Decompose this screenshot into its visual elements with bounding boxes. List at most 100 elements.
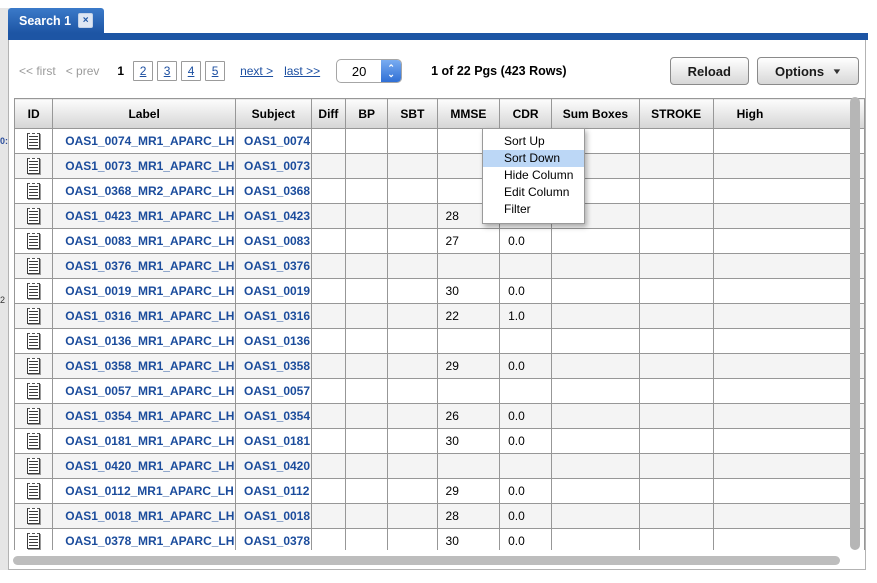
row-id-cell[interactable] [15, 404, 53, 429]
next-page-link[interactable]: next > [240, 64, 273, 78]
row-cell [346, 254, 388, 279]
first-page-link[interactable]: << first [19, 64, 56, 78]
report-icon[interactable] [27, 308, 40, 324]
report-icon[interactable] [27, 233, 40, 249]
row-id-cell[interactable] [15, 479, 53, 504]
report-icon[interactable] [27, 533, 40, 549]
menu-item-edit-column[interactable]: Edit Column [483, 184, 584, 201]
row-label-link[interactable]: OAS1_0018_MR1_APARC_LH [53, 504, 236, 529]
menu-item-sort-up[interactable]: Sort Up [483, 133, 584, 150]
menu-item-sort-down[interactable]: Sort Down [483, 150, 584, 167]
row-id-cell[interactable] [15, 304, 53, 329]
page-size-stepper[interactable]: 20 ⌃ ⌄ [336, 59, 402, 83]
report-icon[interactable] [27, 458, 40, 474]
page-link-2[interactable]: 2 [133, 61, 153, 81]
report-icon[interactable] [27, 208, 40, 224]
report-icon[interactable] [27, 158, 40, 174]
page-link-5[interactable]: 5 [205, 61, 225, 81]
column-header-sum-boxes[interactable]: Sum Boxes [552, 99, 640, 129]
close-icon[interactable]: × [78, 13, 93, 28]
report-icon[interactable] [27, 433, 40, 449]
row-id-cell[interactable] [15, 279, 53, 304]
report-icon[interactable] [27, 383, 40, 399]
row-id-cell[interactable] [15, 129, 53, 154]
row-id-cell[interactable] [15, 179, 53, 204]
column-header-stroke[interactable]: STROKE [639, 99, 713, 129]
report-icon[interactable] [27, 508, 40, 524]
stepper-arrows-icon[interactable]: ⌃ ⌄ [381, 60, 401, 82]
tab-search-1[interactable]: Search 1 × [8, 8, 104, 33]
row-id-cell[interactable] [15, 454, 53, 479]
row-id-cell[interactable] [15, 429, 53, 454]
row-label-link[interactable]: OAS1_0073_MR1_APARC_LH [53, 154, 236, 179]
row-label-link[interactable]: OAS1_0354_MR1_APARC_LH [53, 404, 236, 429]
report-icon[interactable] [27, 283, 40, 299]
row-id-cell[interactable] [15, 204, 53, 229]
row-cell [346, 354, 388, 379]
row-label-link[interactable]: OAS1_0112_MR1_APARC_LH [53, 479, 236, 504]
row-label-link[interactable]: OAS1_0074_MR1_APARC_LH [53, 129, 236, 154]
column-header-label[interactable]: Label [53, 99, 236, 129]
row-id-cell[interactable] [15, 379, 53, 404]
stepper-down-icon[interactable]: ⌄ [387, 71, 395, 77]
report-icon[interactable] [27, 358, 40, 374]
row-label-link[interactable]: OAS1_0378_MR1_APARC_LH [53, 529, 236, 551]
page-link-3[interactable]: 3 [157, 61, 177, 81]
row-label-link[interactable]: OAS1_0181_MR1_APARC_LH [53, 429, 236, 454]
row-cell [713, 504, 864, 529]
row-cell [346, 529, 388, 551]
row-id-cell[interactable] [15, 254, 53, 279]
row-label-link[interactable]: OAS1_0057_MR1_APARC_LH [53, 379, 236, 404]
reload-button[interactable]: Reload [670, 57, 749, 85]
row-cell [388, 304, 437, 329]
last-page-link[interactable]: last >> [284, 64, 320, 78]
column-header-mmse[interactable]: MMSE [437, 99, 500, 129]
row-cell [552, 379, 640, 404]
row-id-cell[interactable] [15, 154, 53, 179]
row-cell [500, 454, 552, 479]
row-label-link[interactable]: OAS1_0420_MR1_APARC_LH [53, 454, 236, 479]
report-icon[interactable] [27, 133, 40, 149]
report-icon[interactable] [27, 483, 40, 499]
column-header-diff[interactable]: Diff [311, 99, 345, 129]
prev-page-link[interactable]: < prev [66, 64, 100, 78]
menu-item-filter[interactable]: Filter [483, 201, 584, 218]
row-label-link[interactable]: OAS1_0019_MR1_APARC_LH [53, 279, 236, 304]
column-header-cdr[interactable]: CDR [500, 99, 552, 129]
row-cell [713, 279, 864, 304]
row-id-cell[interactable] [15, 329, 53, 354]
vertical-scrollbar-thumb[interactable] [850, 97, 860, 550]
column-header-high[interactable]: High [713, 99, 864, 129]
column-header-id[interactable]: ID [15, 99, 53, 129]
row-cell [437, 379, 500, 404]
row-id-cell[interactable] [15, 229, 53, 254]
row-label-link[interactable]: OAS1_0358_MR1_APARC_LH [53, 354, 236, 379]
row-cell [713, 404, 864, 429]
report-icon[interactable] [27, 183, 40, 199]
horizontal-scrollbar-thumb[interactable] [13, 556, 840, 565]
column-header-subject[interactable]: Subject [235, 99, 311, 129]
report-icon[interactable] [27, 258, 40, 274]
row-id-cell[interactable] [15, 529, 53, 551]
row-label-link[interactable]: OAS1_0136_MR1_APARC_LH [53, 329, 236, 354]
table-row: OAS1_0074_MR1_APARC_LHOAS1_0074 [15, 129, 865, 154]
row-label-link[interactable]: OAS1_0368_MR2_APARC_LH [53, 179, 236, 204]
row-cell [639, 329, 713, 354]
row-subject: OAS1_0316 [235, 304, 311, 329]
row-cell [346, 329, 388, 354]
report-icon[interactable] [27, 408, 40, 424]
row-label-link[interactable]: OAS1_0083_MR1_APARC_LH [53, 229, 236, 254]
page-link-4[interactable]: 4 [181, 61, 201, 81]
row-label-link[interactable]: OAS1_0423_MR1_APARC_LH [53, 204, 236, 229]
menu-item-hide-column[interactable]: Hide Column [483, 167, 584, 184]
row-label-link[interactable]: OAS1_0316_MR1_APARC_LH [53, 304, 236, 329]
report-icon[interactable] [27, 333, 40, 349]
column-header-bp[interactable]: BP [346, 99, 388, 129]
options-button[interactable]: Options ▼ [757, 57, 859, 85]
row-label-link[interactable]: OAS1_0376_MR1_APARC_LH [53, 254, 236, 279]
row-cell: 22 [437, 304, 500, 329]
column-header-sbt[interactable]: SBT [388, 99, 437, 129]
table-row: OAS1_0136_MR1_APARC_LHOAS1_0136 [15, 329, 865, 354]
row-id-cell[interactable] [15, 504, 53, 529]
row-id-cell[interactable] [15, 354, 53, 379]
